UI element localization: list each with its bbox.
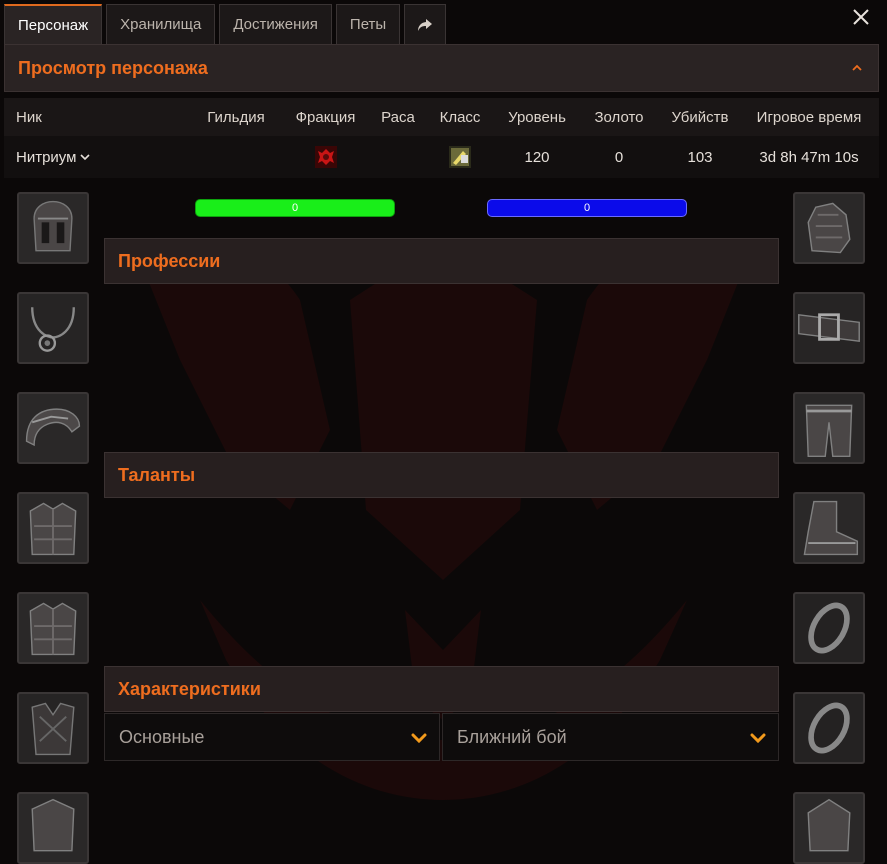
column-faction[interactable]: Фракция — [278, 98, 373, 136]
professions-section-header[interactable]: Профессии — [104, 238, 779, 284]
hands-slot-icon — [795, 194, 863, 262]
column-class[interactable]: Класс — [423, 98, 497, 136]
share-arrow-icon — [418, 18, 433, 31]
character-nick: Нитриум — [16, 148, 77, 166]
column-guild[interactable]: Гильдия — [194, 98, 278, 136]
character-view-header[interactable]: Просмотр персонажа — [4, 44, 879, 92]
guild-cell — [194, 136, 278, 178]
tab-pets[interactable]: Петы — [335, 4, 401, 44]
kills-cell: 103 — [687, 148, 713, 166]
equipment-slot-feet[interactable] — [793, 492, 865, 564]
equipment-slot-trinket[interactable] — [793, 792, 865, 864]
character-select-dropdown[interactable]: Нитриум — [16, 148, 91, 166]
head-slot-icon — [19, 194, 87, 262]
equipment-slot-waist[interactable] — [793, 292, 865, 364]
column-race[interactable]: Раса — [373, 98, 423, 136]
tab-storage[interactable]: Хранилища — [106, 4, 216, 44]
column-level[interactable]: Уровень — [497, 98, 577, 136]
legs-slot-icon — [795, 394, 863, 462]
section-title-talents: Таланты — [118, 464, 196, 485]
equipment-slot-head[interactable] — [17, 192, 89, 264]
neck-slot-icon — [19, 294, 87, 362]
section-title-stats: Характеристики — [118, 678, 261, 699]
chevron-down-icon — [80, 154, 91, 161]
feet-slot-icon — [795, 494, 863, 562]
tabard-slot-icon — [19, 694, 87, 762]
column-playtime[interactable]: Игровое время — [739, 98, 879, 136]
stats-melee-select-value: Ближний бой — [457, 726, 567, 747]
column-gold[interactable]: Золото — [577, 98, 661, 136]
level-cell: 120 — [524, 148, 550, 166]
stats-section-header[interactable]: Характеристики — [104, 666, 779, 712]
equipment-slot-legs[interactable] — [793, 392, 865, 464]
tab-achievements[interactable]: Достижения — [219, 4, 332, 44]
class-cell — [423, 136, 497, 178]
section-title-professions: Профессии — [118, 250, 221, 271]
waist-slot-icon — [795, 294, 863, 362]
table-header-row: Ник Гильдия Фракция Раса Класс Уровень З… — [4, 98, 879, 136]
ring-slot-icon — [795, 694, 863, 762]
mana-bar: 0 — [487, 199, 687, 217]
table-row: Нитриум 120 0 103 3d 8h 47m 10s — [4, 136, 879, 178]
shoulder-slot-icon — [19, 394, 87, 462]
gold-cell: 0 — [614, 148, 624, 166]
shirt-slot-icon — [19, 594, 87, 662]
stats-basic-select-value: Основные — [119, 726, 205, 747]
ring-slot-icon — [795, 594, 863, 662]
column-nick[interactable]: Ник — [4, 98, 194, 136]
stats-basic-select[interactable]: Основные — [104, 713, 440, 761]
equipment-slot-ring-2[interactable] — [793, 692, 865, 764]
horde-faction-icon — [314, 146, 337, 168]
equipment-slot-shoulder[interactable] — [17, 392, 89, 464]
race-cell — [373, 136, 423, 178]
trinket-slot-icon — [795, 794, 863, 862]
wrist-slot-icon — [19, 794, 87, 862]
tab-character[interactable]: Персонаж — [4, 4, 103, 44]
equipment-slot-ring-1[interactable] — [793, 592, 865, 664]
page-title: Просмотр персонажа — [18, 57, 208, 78]
equipment-slot-wrist[interactable] — [17, 792, 89, 864]
faction-cell — [278, 136, 373, 178]
talents-section-header[interactable]: Таланты — [104, 452, 779, 498]
share-button[interactable] — [404, 4, 447, 44]
playtime-cell: 3d 8h 47m 10s — [759, 148, 859, 166]
equipment-slot-shirt[interactable] — [17, 592, 89, 664]
class-icon — [449, 146, 471, 168]
equipment-slot-chest[interactable] — [17, 492, 89, 564]
column-kills[interactable]: Убийств — [661, 98, 739, 136]
character-table: Ник Гильдия Фракция Раса Класс Уровень З… — [4, 98, 879, 178]
chevron-down-icon — [411, 733, 427, 744]
chevron-up-icon[interactable] — [850, 61, 864, 75]
equipment-slot-neck[interactable] — [17, 292, 89, 364]
close-icon[interactable] — [849, 5, 873, 29]
equipment-slot-tabard[interactable] — [17, 692, 89, 764]
equipment-slot-hands[interactable] — [793, 192, 865, 264]
stats-melee-select[interactable]: Ближний бой — [442, 713, 779, 761]
chevron-down-icon — [750, 733, 766, 744]
health-bar: 0 — [195, 199, 395, 217]
chest-slot-icon — [19, 494, 87, 562]
tab-bar: Персонаж Хранилища Достижения Петы — [4, 4, 447, 44]
